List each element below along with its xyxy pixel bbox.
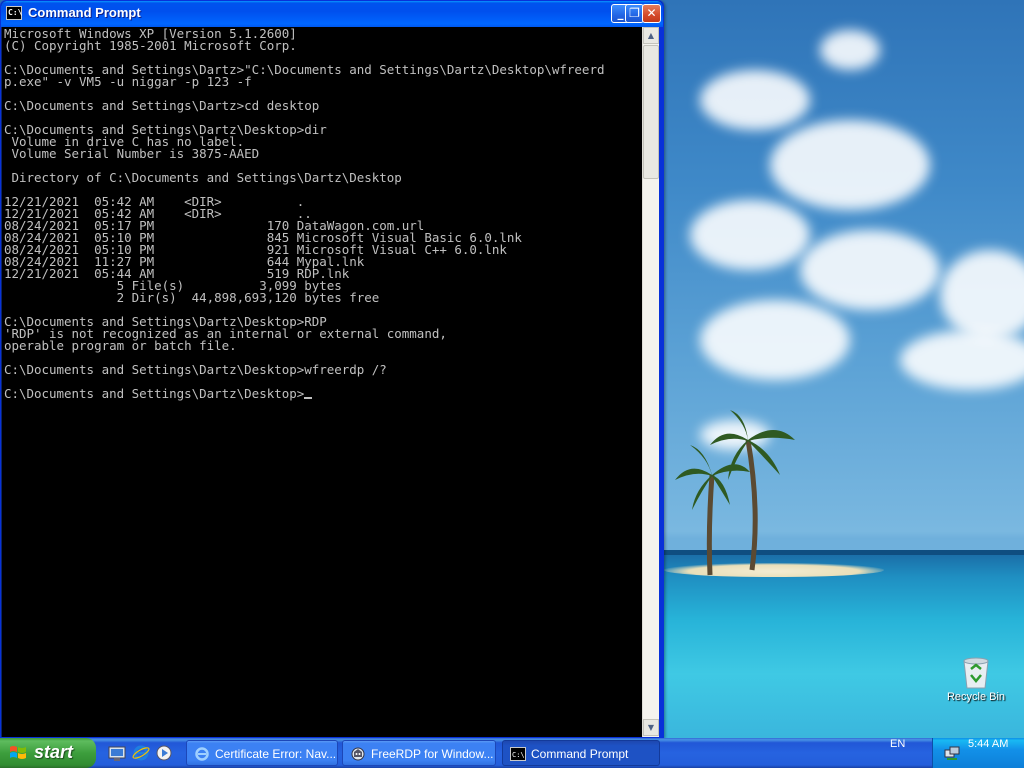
console-prompt-line: C:\Documents and Settings\Dartz\Desktop> bbox=[4, 386, 604, 401]
scroll-up-arrow[interactable]: ▲ bbox=[643, 27, 659, 44]
cloud bbox=[690, 200, 810, 270]
windows-flag-icon bbox=[10, 746, 26, 759]
cloud bbox=[900, 330, 1024, 390]
console-text: Microsoft Windows XP [Version 5.1.2600](… bbox=[4, 27, 604, 401]
close-button[interactable]: ✕ bbox=[642, 4, 661, 23]
recycle-bin-icon bbox=[961, 655, 991, 689]
console-line: 2 Dir(s) 44,898,693,120 bytes free bbox=[4, 290, 380, 305]
media-player-icon[interactable] bbox=[155, 744, 173, 762]
recycle-bin-shortcut[interactable]: Recycle Bin bbox=[940, 655, 1012, 703]
title-bar[interactable]: C:\ Command Prompt _ ❐ ✕ bbox=[1, 1, 663, 27]
clock[interactable]: 5:44 AM bbox=[968, 738, 1008, 768]
cloud bbox=[820, 30, 880, 70]
svg-text:C:\: C:\ bbox=[512, 751, 525, 759]
cmd-icon[interactable]: C:\ bbox=[6, 6, 22, 20]
scroll-thumb[interactable] bbox=[643, 45, 659, 179]
command-prompt-window[interactable]: C:\ Command Prompt _ ❐ ✕ Microsoft Windo… bbox=[0, 0, 664, 738]
vertical-scrollbar[interactable]: ▲ ▼ bbox=[642, 27, 659, 737]
cloud bbox=[940, 250, 1024, 340]
console-line: C:\Documents and Settings\Dartz>cd deskt… bbox=[4, 98, 320, 113]
task-certificate-error[interactable]: Certificate Error: Nav... bbox=[186, 740, 338, 766]
language-indicator[interactable]: EN bbox=[890, 738, 905, 768]
console-line: operable program or batch file. bbox=[4, 338, 237, 353]
internet-explorer-icon bbox=[195, 747, 209, 761]
console-prompt: C:\Documents and Settings\Dartz\Desktop> bbox=[4, 386, 305, 401]
console-line: Volume Serial Number is 3875-AAED bbox=[4, 146, 260, 161]
taskbar: start Certificate Error: Nav... FreeRDP … bbox=[0, 738, 1024, 768]
freerdp-icon bbox=[351, 747, 365, 761]
console-line: p.exe" -v VM5 -u niggar -p 123 -f bbox=[4, 74, 252, 89]
palm-trees bbox=[675, 410, 795, 576]
window-border bbox=[659, 27, 663, 737]
cloud bbox=[770, 120, 930, 210]
cloud bbox=[700, 70, 810, 130]
task-freerdp[interactable]: FreeRDP for Window... bbox=[342, 740, 496, 766]
task-label: Command Prompt bbox=[531, 747, 629, 761]
cloud bbox=[800, 230, 940, 310]
task-label: FreeRDP for Window... bbox=[371, 747, 494, 761]
window-title: Command Prompt bbox=[28, 5, 141, 20]
scroll-down-arrow[interactable]: ▼ bbox=[643, 719, 659, 736]
text-cursor bbox=[304, 397, 313, 399]
console-line: (C) Copyright 1985-2001 Microsoft Corp. bbox=[4, 38, 297, 53]
show-desktop-icon[interactable] bbox=[108, 744, 126, 762]
task-command-prompt[interactable]: C:\ Command Prompt bbox=[502, 740, 660, 766]
console-output[interactable]: Microsoft Windows XP [Version 5.1.2600](… bbox=[2, 27, 642, 737]
internet-explorer-icon[interactable] bbox=[132, 744, 150, 762]
recycle-bin-label: Recycle Bin bbox=[946, 691, 1006, 703]
network-icon[interactable] bbox=[944, 745, 960, 761]
start-button[interactable]: start bbox=[0, 738, 96, 768]
cmd-icon: C:\ bbox=[510, 747, 526, 761]
task-label: Certificate Error: Nav... bbox=[215, 747, 337, 761]
console-line: C:\Documents and Settings\Dartz\Desktop>… bbox=[4, 362, 387, 377]
cloud bbox=[700, 300, 850, 380]
start-label: start bbox=[34, 742, 74, 762]
console-line: Directory of C:\Documents and Settings\D… bbox=[4, 170, 402, 185]
